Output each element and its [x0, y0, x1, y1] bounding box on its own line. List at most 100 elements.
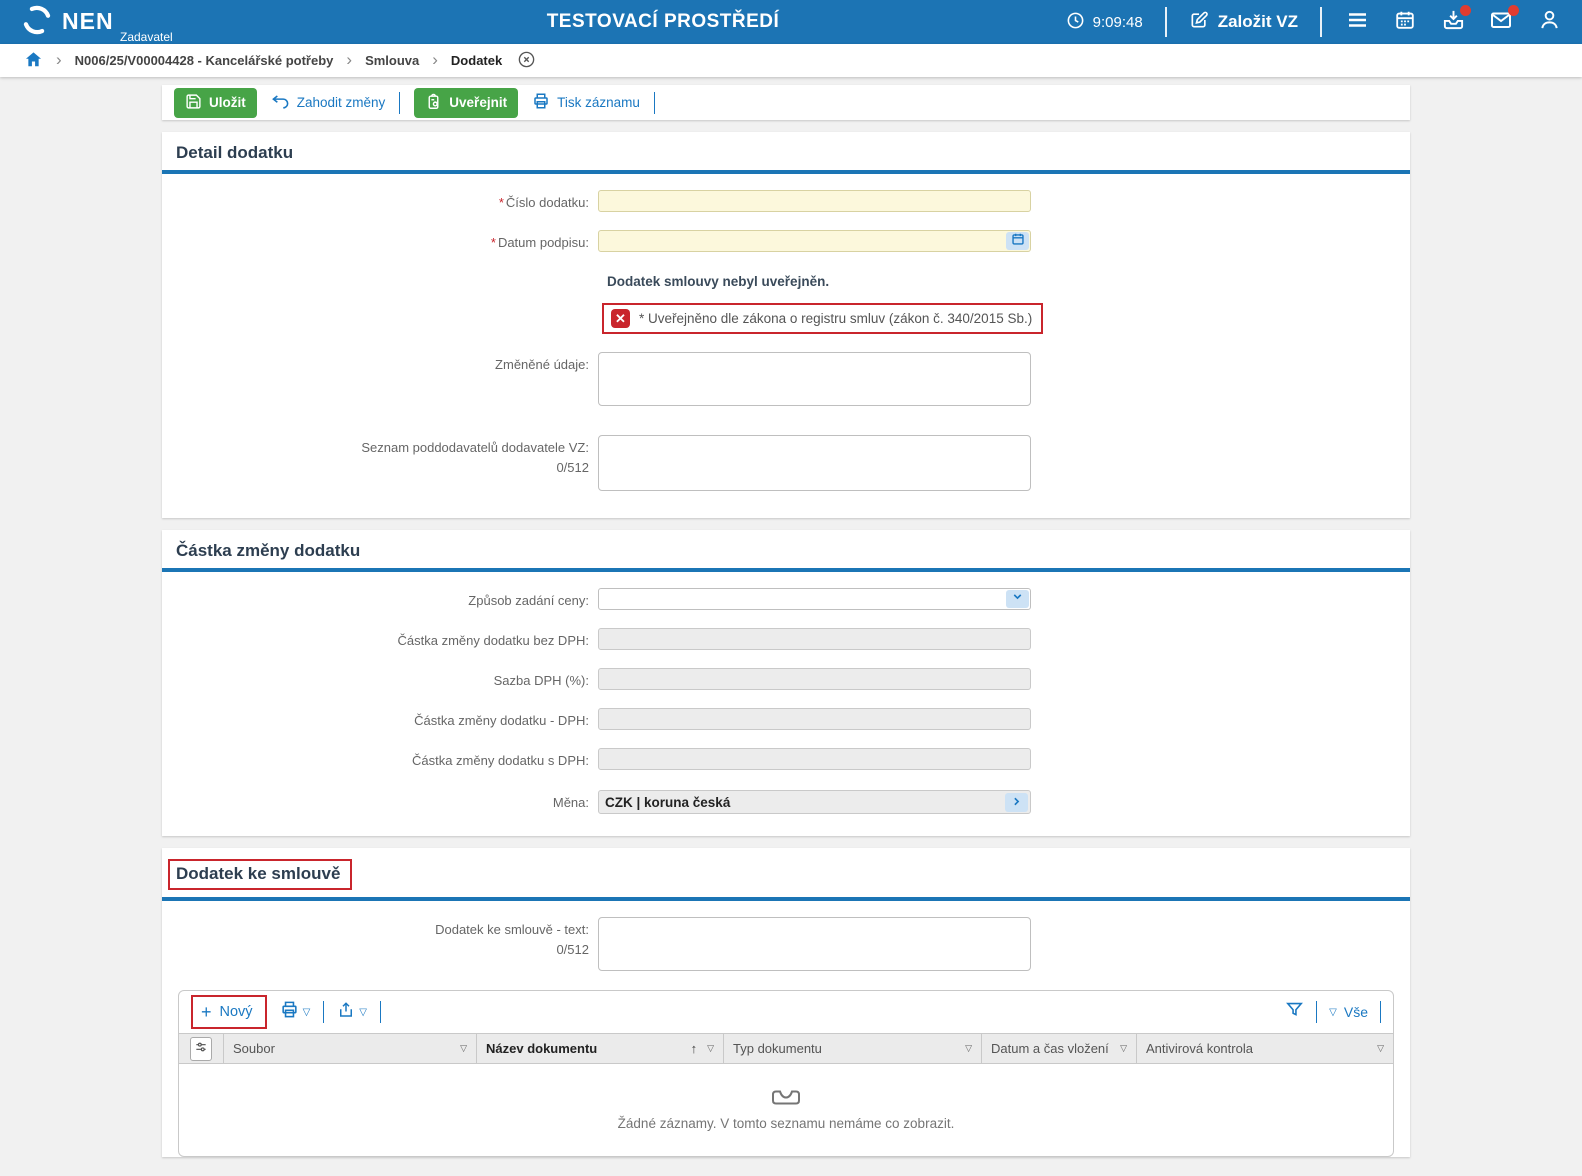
notification-dot	[1508, 5, 1519, 16]
breadcrumb-item-smlouva[interactable]: Smlouva	[365, 53, 419, 68]
brand-subtitle: Zadavatel	[120, 30, 173, 44]
calendar-small-icon	[1011, 232, 1025, 251]
view-all-label: Vše	[1344, 1004, 1368, 1020]
publish-clipboard-icon	[425, 93, 442, 113]
column-filter-icon[interactable]: ▽	[460, 1043, 467, 1054]
print-record-button[interactable]: Tisk záznamu	[532, 92, 640, 113]
datum-podpisu-input[interactable]	[598, 230, 1031, 252]
castka-dph-label: Částka změny dodatku - DPH:	[162, 708, 598, 730]
sazba-dph-input	[598, 668, 1031, 690]
chevron-separator-icon: ›	[432, 51, 438, 68]
export-icon	[337, 1001, 355, 1024]
empty-state: Žádné záznamy. V tomto seznamu nemáme co…	[179, 1064, 1393, 1156]
required-asterisk: *	[491, 235, 496, 250]
column-filter-icon[interactable]: ▽	[707, 1043, 714, 1054]
zpusob-zadani-ceny-label: Způsob zadání ceny:	[162, 588, 598, 610]
print-list-button[interactable]: ▽	[280, 1000, 311, 1024]
column-filter-icon[interactable]: ▽	[1120, 1043, 1127, 1054]
app-logo[interactable]: NEN Zadavatel	[0, 3, 174, 42]
clock-icon	[1066, 11, 1085, 34]
create-vz-button[interactable]: Založit VZ	[1189, 10, 1298, 35]
calendar-button[interactable]	[1392, 9, 1418, 35]
chevron-separator-icon: ›	[56, 51, 62, 68]
column-filter-icon[interactable]: ▽	[965, 1043, 972, 1054]
cislo-dodatku-input[interactable]	[598, 190, 1031, 212]
breadcrumb-item-dodatek[interactable]: Dodatek	[451, 53, 502, 68]
chevron-separator-icon: ›	[346, 51, 352, 68]
section-title-castka: Částka změny dodatku	[176, 541, 360, 561]
column-settings-button[interactable]	[190, 1037, 212, 1061]
user-profile-button[interactable]	[1536, 9, 1562, 35]
toolbar-divider	[1380, 1001, 1381, 1023]
messages-button[interactable]	[1488, 9, 1514, 35]
table-header-row: Soubor ▽ Název dokumentu ↑ ▽ Typ dokumen…	[179, 1033, 1393, 1064]
inbox-button[interactable]	[1440, 9, 1466, 35]
view-all-dropdown[interactable]: ▽ Vše	[1329, 1004, 1368, 1020]
column-header-antivir[interactable]: Antivirová kontrola ▽	[1136, 1034, 1393, 1063]
seznam-counter: 0/512	[162, 459, 589, 477]
chevron-right-icon	[1010, 795, 1023, 811]
topbar-divider	[1320, 7, 1322, 37]
breadcrumb-item-procurement[interactable]: N006/25/V00004428 - Kancelářské potřeby	[75, 53, 334, 68]
home-icon[interactable]	[24, 50, 43, 72]
topbar-divider	[1165, 7, 1167, 37]
menu-button[interactable]	[1344, 9, 1370, 35]
export-button[interactable]: ▽	[337, 1001, 367, 1024]
zmenene-udaje-textarea[interactable]	[598, 352, 1031, 406]
sliders-icon	[194, 1040, 208, 1057]
toolbar-divider	[1316, 1001, 1317, 1023]
mena-label: Měna:	[162, 790, 598, 812]
dodatek-ke-smlouve-section: Dodatek ke smlouvě Dodatek ke smlouvě - …	[162, 848, 1410, 1157]
castka-bez-dph-label: Částka změny dodatku bez DPH:	[162, 628, 598, 650]
required-asterisk: *	[499, 195, 504, 210]
undo-icon	[271, 92, 290, 114]
mena-picker-button[interactable]	[1005, 793, 1028, 812]
toolbar-divider	[380, 1001, 381, 1023]
column-header-soubor[interactable]: Soubor ▽	[223, 1034, 476, 1063]
dropdown-arrow-icon: ▽	[359, 1007, 367, 1018]
save-button[interactable]: Uložit	[174, 88, 257, 118]
page-content: Uložit Zahodit změny Uveřejnit Tisk zázn…	[0, 77, 1582, 1157]
column-header-datum[interactable]: Datum a čas vložení ▽	[981, 1034, 1136, 1063]
calendar-icon	[1394, 9, 1416, 36]
print-record-label: Tisk záznamu	[557, 95, 640, 110]
discard-changes-button[interactable]: Zahodit změny	[271, 92, 386, 114]
empty-state-text: Žádné záznamy. V tomto seznamu nemáme co…	[618, 1116, 955, 1131]
select-dropdown-button[interactable]	[1006, 590, 1029, 608]
empty-tray-icon	[771, 1089, 801, 1109]
breadcrumb: › N006/25/V00004428 - Kancelářské potřeb…	[0, 44, 1582, 77]
environment-title: TESTOVACÍ PROSTŘEDÍ	[547, 11, 780, 33]
datum-podpisu-label: *Datum podpisu:	[162, 230, 598, 252]
person-icon	[1538, 8, 1561, 36]
sort-asc-icon: ↑	[691, 1041, 698, 1056]
filter-button[interactable]	[1285, 1000, 1304, 1024]
chevron-down-icon	[1011, 590, 1024, 608]
seznam-poddodavatelu-textarea[interactable]	[598, 435, 1031, 491]
plus-icon: +	[201, 1003, 212, 1021]
record-toolbar: Uložit Zahodit změny Uveřejnit Tisk zázn…	[162, 85, 1410, 120]
toolbar-divider	[654, 92, 655, 114]
dodatek-text-textarea[interactable]	[598, 917, 1031, 971]
save-label: Uložit	[209, 95, 246, 110]
edit-icon	[1189, 10, 1209, 35]
castka-dph-input	[598, 708, 1031, 730]
dropdown-arrow-icon: ▽	[303, 1007, 311, 1018]
castka-zmeny-section: Částka změny dodatku Způsob zadání ceny:…	[162, 530, 1410, 836]
new-document-button[interactable]: + Nový	[191, 995, 267, 1029]
mena-value: CZK | koruna česká	[605, 795, 730, 810]
publish-button[interactable]: Uveřejnit	[414, 88, 518, 118]
dodatek-text-counter: 0/512	[162, 941, 589, 959]
close-circle-icon	[517, 50, 536, 72]
column-header-nazev[interactable]: Název dokumentu ↑ ▽	[476, 1034, 723, 1063]
section-title-dodatek: Dodatek ke smlouvě	[176, 864, 340, 884]
close-tab-button[interactable]	[517, 50, 536, 72]
castka-s-dph-label: Částka změny dodatku s DPH:	[162, 748, 598, 770]
printer-icon	[280, 1000, 299, 1024]
column-header-typ[interactable]: Typ dokumentu ▽	[723, 1034, 981, 1063]
column-filter-icon[interactable]: ▽	[1377, 1043, 1384, 1054]
seznam-poddodavatelu-label: Seznam poddodavatelů dodavatele VZ: 0/51…	[162, 435, 598, 476]
section-title-detail: Detail dodatku	[176, 143, 293, 163]
publish-label: Uveřejnit	[449, 95, 507, 110]
datepicker-button[interactable]	[1006, 232, 1029, 250]
zpusob-zadani-ceny-select[interactable]	[598, 588, 1031, 610]
